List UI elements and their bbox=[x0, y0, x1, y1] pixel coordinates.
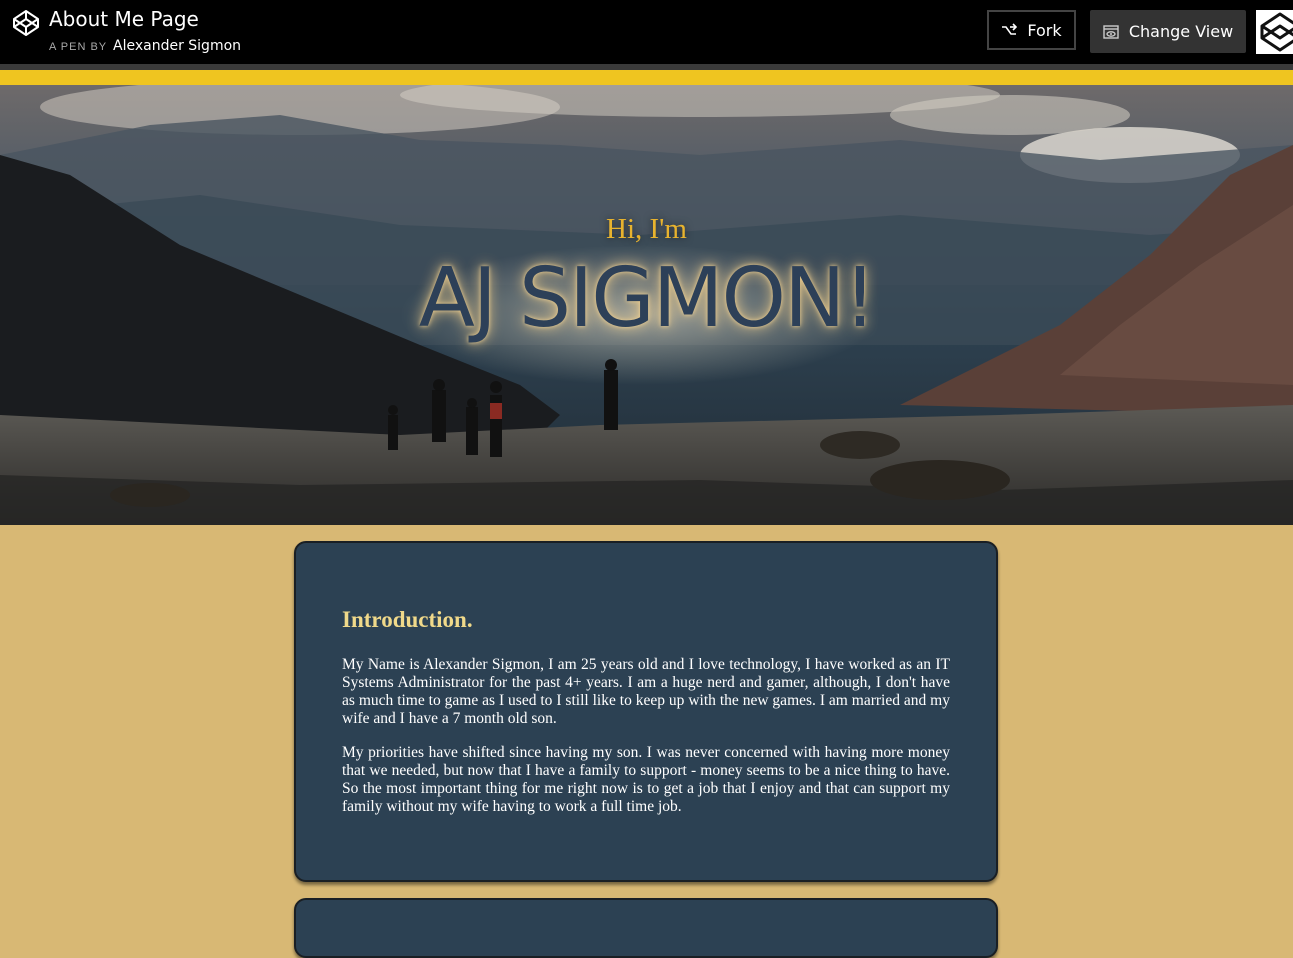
hero-name: AJ SIGMON! bbox=[418, 251, 877, 346]
fork-label: Fork bbox=[1027, 20, 1062, 40]
introduction-body: My Name is Alexander Sigmon, I am 25 yea… bbox=[342, 656, 950, 832]
pen-title[interactable]: About Me Page bbox=[49, 6, 199, 32]
accent-bar bbox=[0, 70, 1293, 85]
fork-button[interactable]: Fork bbox=[987, 10, 1076, 50]
change-view-button[interactable]: Change View bbox=[1090, 10, 1246, 53]
fork-icon bbox=[1002, 23, 1018, 35]
codepen-header: About Me Page A PEN BY Alexander Sigmon … bbox=[0, 0, 1293, 64]
change-view-label: Change View bbox=[1128, 22, 1234, 41]
codepen-corner-badge[interactable] bbox=[1256, 10, 1293, 54]
codepen-logo-icon[interactable] bbox=[12, 9, 40, 37]
pen-byline: A PEN BY Alexander Sigmon bbox=[49, 38, 241, 55]
eye-window-icon bbox=[1103, 24, 1119, 39]
introduction-card: Introduction. My Name is Alexander Sigmo… bbox=[294, 541, 998, 882]
introduction-paragraph: My priorities have shifted since having … bbox=[342, 744, 950, 815]
hero-banner: Hi, I'm AJ SIGMON! bbox=[0, 85, 1293, 525]
by-label: A PEN BY bbox=[49, 41, 107, 53]
author-link[interactable]: Alexander Sigmon bbox=[113, 38, 241, 54]
hero-greeting: Hi, I'm bbox=[606, 213, 687, 245]
introduction-heading: Introduction. bbox=[342, 607, 473, 632]
introduction-paragraph: My Name is Alexander Sigmon, I am 25 yea… bbox=[342, 656, 950, 727]
codepen-logo-icon bbox=[1260, 12, 1293, 52]
next-section-card bbox=[294, 898, 998, 958]
